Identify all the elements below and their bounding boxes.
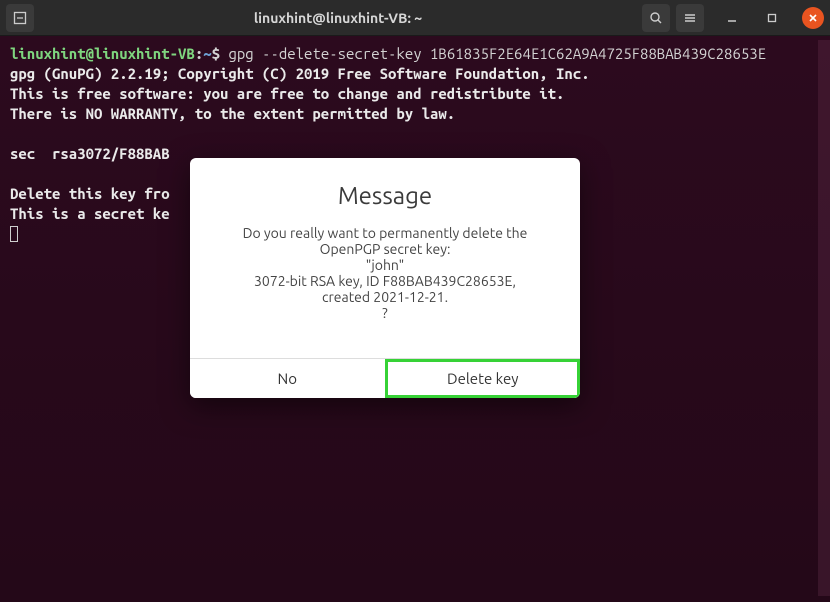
window-title: linuxhint@linuxhint-VB: ~ (34, 10, 642, 26)
search-button[interactable] (642, 4, 670, 32)
prompt-sep: : (195, 45, 203, 62)
new-tab-button[interactable] (6, 4, 34, 32)
dialog-line: ? (218, 305, 552, 321)
dialog-body: Do you really want to permanently delete… (190, 221, 580, 358)
minimize-button[interactable] (720, 6, 744, 30)
terminal-cursor (10, 226, 18, 242)
prompt-user: linuxhint@linuxhint-VB (10, 45, 195, 62)
prompt-dollar: $ (212, 45, 229, 62)
dialog-line: "john" (218, 257, 552, 273)
dialog-line: Do you really want to permanently delete… (218, 225, 552, 241)
gpg-version-line: gpg (GnuPG) 2.2.19; Copyright (C) 2019 F… (10, 65, 590, 82)
scrollbar[interactable] (818, 40, 830, 596)
window-titlebar: linuxhint@linuxhint-VB: ~ (0, 0, 830, 36)
confirm-dialog: Message Do you really want to permanentl… (190, 158, 580, 398)
gpg-secret-line: This is a secret ke (10, 205, 170, 222)
terminal-command: gpg --delete-secret-key 1B61835F2E64E1C6… (228, 45, 766, 62)
dialog-buttons: No Delete key (190, 358, 580, 398)
delete-key-button[interactable]: Delete key (385, 359, 581, 398)
dialog-line: created 2021-12-21. (218, 289, 552, 305)
gpg-sec-line: sec rsa3072/F88BAB (10, 145, 170, 162)
menu-button[interactable] (676, 4, 704, 32)
maximize-button[interactable] (760, 6, 784, 30)
gpg-warranty-line: There is NO WARRANTY, to the extent perm… (10, 105, 455, 122)
gpg-free-line: This is free software: you are free to c… (10, 85, 564, 102)
dialog-line: OpenPGP secret key: (218, 241, 552, 257)
prompt-path: ~ (203, 45, 211, 62)
dialog-title: Message (190, 158, 580, 221)
gpg-delete-line: Delete this key fro (10, 185, 170, 202)
close-button[interactable] (802, 7, 824, 29)
no-button[interactable]: No (190, 359, 385, 398)
dialog-line: 3072-bit RSA key, ID F88BAB439C28653E, (218, 273, 552, 289)
